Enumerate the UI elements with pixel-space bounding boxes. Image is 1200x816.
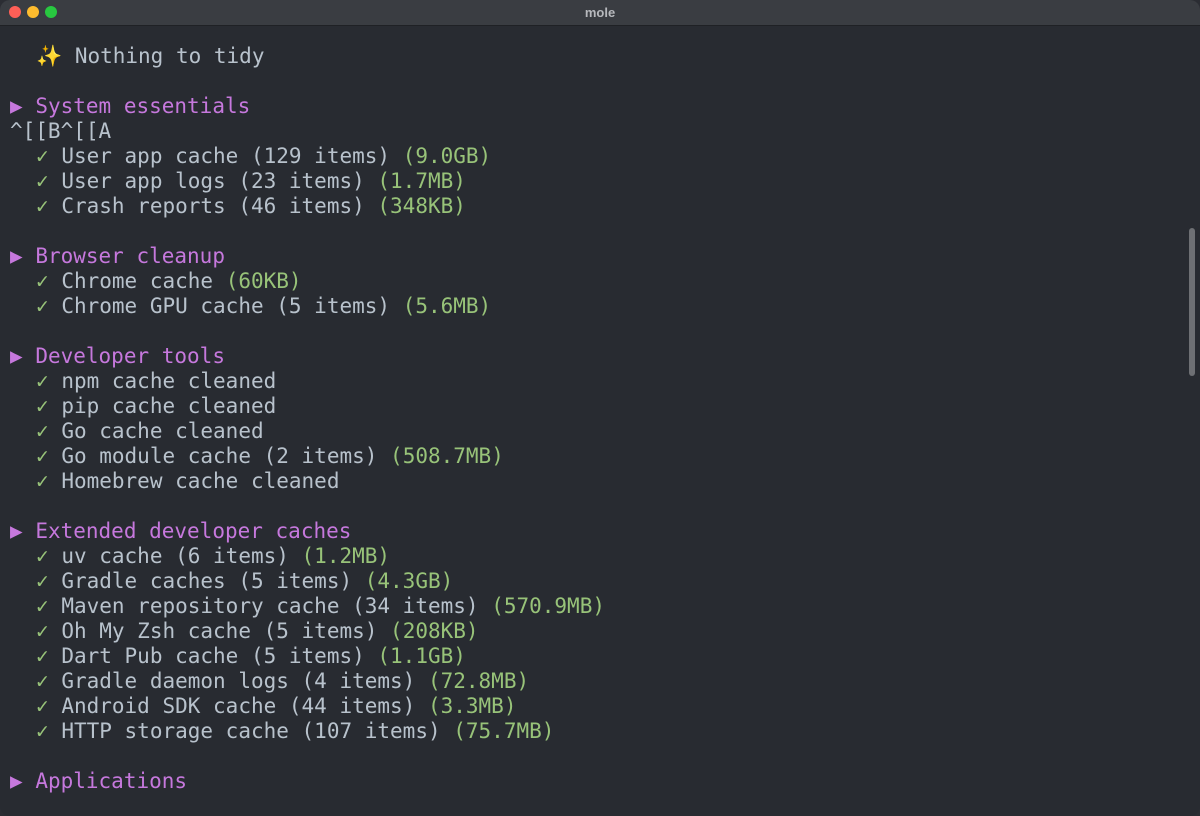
cleanup-item: ✓ Dart Pub cache (5 items) (1.1GB) (36, 644, 466, 669)
checkmark-icon: ✓ (36, 544, 49, 568)
item-label: Go module cache (2 items) (61, 444, 391, 468)
terminal-window: mole ✨ Nothing to tidy ▶ System essentia… (0, 0, 1200, 816)
status-line: ✨ Nothing to tidy (36, 44, 264, 69)
checkmark-icon: ✓ (36, 394, 49, 418)
item-label: Homebrew cache cleaned (61, 469, 340, 493)
section-arrow-icon: ▶ (10, 244, 23, 268)
cleanup-item: ✓ pip cache cleaned (36, 394, 276, 419)
item-size: (208KB) (390, 619, 479, 643)
cleanup-item: ✓ Android SDK cache (44 items) (3.3MB) (36, 694, 516, 719)
item-size: (3.3MB) (427, 694, 517, 718)
item-label: Chrome cache (61, 269, 226, 293)
checkmark-icon: ✓ (36, 269, 49, 293)
section-title: Browser cleanup (35, 244, 225, 268)
item-label: pip cache cleaned (61, 394, 277, 418)
item-size: (5.6MB) (402, 294, 492, 318)
checkmark-icon: ✓ (36, 594, 49, 618)
checkmark-icon: ✓ (36, 419, 49, 443)
section-header: ▶ Applications (10, 769, 187, 794)
cleanup-item: ✓ Maven repository cache (34 items) (570… (36, 594, 605, 619)
vertical-scrollbar[interactable] (1189, 228, 1195, 376)
item-label: Oh My Zsh cache (5 items) (61, 619, 391, 643)
escape-sequence-line: ^[[B^[[A (10, 119, 112, 143)
item-size: (1.1GB) (377, 644, 466, 668)
item-label: Maven repository cache (34 items) (61, 594, 492, 618)
cleanup-item: ✓ Go module cache (2 items) (508.7MB) (36, 444, 504, 469)
item-label: Gradle daemon logs (4 items) (61, 669, 428, 693)
checkmark-icon: ✓ (36, 619, 49, 643)
checkmark-icon: ✓ (36, 469, 49, 493)
checkmark-icon: ✓ (36, 569, 49, 593)
checkmark-icon: ✓ (36, 194, 49, 218)
checkmark-icon: ✓ (36, 294, 49, 318)
terminal-output[interactable]: ✨ Nothing to tidy ▶ System essentials ^[[… (0, 26, 1186, 816)
item-size: (1.7MB) (377, 169, 466, 193)
section-header: ▶ System essentials (10, 94, 250, 119)
item-size: (75.7MB) (453, 719, 555, 743)
cleanup-item: ✓ npm cache cleaned (36, 369, 276, 394)
item-size: (60KB) (225, 269, 302, 293)
checkmark-icon: ✓ (36, 644, 49, 668)
item-label: Chrome GPU cache (5 items) (61, 294, 403, 318)
cleanup-item: ✓ Go cache cleaned (36, 419, 264, 444)
status-text: Nothing to tidy (74, 44, 265, 68)
item-size: (348KB) (377, 194, 466, 218)
cleanup-item: ✓ Chrome GPU cache (5 items) (5.6MB) (36, 294, 491, 319)
sparkles-icon: ✨ (36, 44, 63, 68)
checkmark-icon: ✓ (36, 144, 49, 168)
cleanup-item: ✓ Chrome cache (60KB) (36, 269, 302, 294)
section-arrow-icon: ▶ (10, 344, 23, 368)
cleanup-item: ✓ HTTP storage cache (107 items) (75.7MB… (36, 719, 554, 744)
checkmark-icon: ✓ (36, 719, 49, 743)
item-size: (570.9MB) (491, 594, 605, 618)
item-label: Dart Pub cache (5 items) (61, 644, 378, 668)
section-arrow-icon: ▶ (10, 94, 23, 118)
cleanup-item: ✓ Oh My Zsh cache (5 items) (208KB) (36, 619, 479, 644)
checkmark-icon: ✓ (36, 369, 49, 393)
section-arrow-icon: ▶ (10, 769, 23, 793)
item-label: uv cache (6 items) (61, 544, 302, 568)
section-header: ▶ Browser cleanup (10, 244, 225, 269)
item-label: Crash reports (46 items) (61, 194, 378, 218)
cleanup-item: ✓ User app logs (23 items) (1.7MB) (36, 169, 466, 194)
item-label: Gradle caches (5 items) (61, 569, 365, 593)
checkmark-icon: ✓ (36, 669, 49, 693)
item-size: (9.0GB) (402, 144, 492, 168)
checkmark-icon: ✓ (36, 169, 49, 193)
section-title: System essentials (35, 94, 251, 118)
item-label: HTTP storage cache (107 items) (61, 719, 454, 743)
section-header: ▶ Extended developer caches (10, 519, 351, 544)
section-header: ▶ Developer tools (10, 344, 225, 369)
item-size: (1.2MB) (301, 544, 391, 568)
section-title: Developer tools (35, 344, 225, 368)
item-label: Android SDK cache (44 items) (61, 694, 428, 718)
checkmark-icon: ✓ (36, 694, 49, 718)
item-size: (72.8MB) (427, 669, 530, 693)
item-label: User app cache (129 items) (61, 144, 403, 168)
window-title: mole (584, 5, 616, 20)
item-size: (4.3GB) (364, 569, 454, 593)
item-label: User app logs (23 items) (61, 169, 378, 193)
cleanup-item: ✓ Homebrew cache cleaned (36, 469, 339, 494)
cleanup-item: ✓ uv cache (6 items) (1.2MB) (36, 544, 390, 569)
cleanup-item: ✓ Crash reports (46 items) (348KB) (36, 194, 466, 219)
item-label: npm cache cleaned (61, 369, 277, 393)
section-title: Extended developer caches (35, 519, 352, 543)
section-arrow-icon: ▶ (10, 519, 23, 543)
section-title: Applications (35, 769, 188, 793)
checkmark-icon: ✓ (36, 444, 49, 468)
cleanup-item: ✓ Gradle daemon logs (4 items) (72.8MB) (36, 669, 529, 694)
title-bar: mole (0, 0, 1200, 26)
item-label: Go cache cleaned (61, 419, 264, 443)
item-size: (508.7MB) (390, 444, 504, 468)
cleanup-item: ✓ Gradle caches (5 items) (4.3GB) (36, 569, 453, 594)
cleanup-item: ✓ User app cache (129 items) (9.0GB) (36, 144, 491, 169)
